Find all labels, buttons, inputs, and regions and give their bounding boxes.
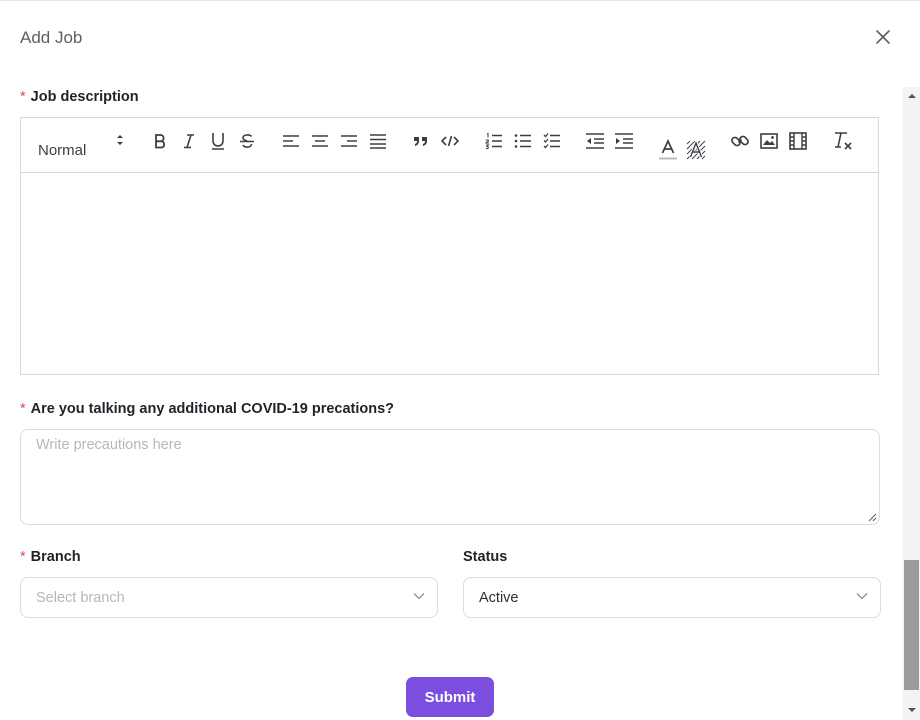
align-justify-icon xyxy=(370,134,386,149)
align-right-button[interactable] xyxy=(338,130,360,152)
ordered-list-button[interactable] xyxy=(483,130,505,152)
checklist-button[interactable] xyxy=(541,130,563,152)
covid-precautions-label: * Are you talking any additional COVID-19… xyxy=(20,401,394,417)
blockquote-button[interactable] xyxy=(410,130,432,152)
clear-format-button[interactable] xyxy=(831,130,855,152)
job-description-label: * Job description xyxy=(20,89,139,105)
status-value: Active xyxy=(479,590,519,606)
required-mark: * xyxy=(20,401,26,417)
resize-handle-icon[interactable] xyxy=(868,513,877,522)
link-icon xyxy=(731,135,749,147)
checklist-icon xyxy=(543,133,560,149)
precautions-placeholder: Write precautions here xyxy=(36,437,182,453)
text-color-button[interactable] xyxy=(657,138,679,162)
align-right-icon xyxy=(341,135,357,147)
close-icon xyxy=(876,30,890,44)
close-button[interactable] xyxy=(872,26,894,48)
image-icon xyxy=(760,133,778,149)
editor-toolbar: Normal xyxy=(21,118,878,173)
align-left-icon xyxy=(283,135,299,147)
outdent-button[interactable] xyxy=(584,130,606,152)
indent-button[interactable] xyxy=(613,130,635,152)
scroll-up-button[interactable] xyxy=(903,88,920,104)
bullet-list-icon xyxy=(514,134,531,148)
editor-content-area[interactable] xyxy=(21,173,878,375)
precautions-textarea[interactable]: Write precautions here xyxy=(20,429,880,525)
underline-button[interactable] xyxy=(207,130,229,152)
up-down-icon xyxy=(117,135,123,145)
code-icon xyxy=(440,135,460,147)
heading-select-value: Normal xyxy=(38,142,87,159)
italic-icon xyxy=(184,134,194,149)
modal-title: Add Job xyxy=(20,28,83,47)
bold-button[interactable] xyxy=(149,130,171,152)
covid-precautions-label-text: Are you talking any additional COVID-19 … xyxy=(30,401,395,417)
align-left-button[interactable] xyxy=(280,130,302,152)
link-button[interactable] xyxy=(729,130,751,152)
clear-format-icon xyxy=(835,132,852,150)
required-mark: * xyxy=(20,549,26,565)
strikethrough-icon xyxy=(240,134,254,148)
background-color-icon xyxy=(686,140,706,160)
required-mark: * xyxy=(20,89,26,105)
heading-select[interactable]: Normal xyxy=(21,118,146,172)
status-label: Status xyxy=(463,549,508,565)
text-color-icon xyxy=(659,139,677,160)
scroll-down-button[interactable] xyxy=(903,702,920,718)
image-button[interactable] xyxy=(758,130,780,152)
submit-button[interactable]: Submit xyxy=(406,677,494,717)
job-description-editor: Normal xyxy=(20,117,879,375)
job-description-label-text: Job description xyxy=(30,89,139,105)
italic-button[interactable] xyxy=(178,130,200,152)
branch-label-text: Branch xyxy=(30,549,81,565)
background-color-button[interactable] xyxy=(685,138,707,162)
scrollbar-thumb[interactable] xyxy=(904,560,919,690)
video-button[interactable] xyxy=(787,130,809,152)
ordered-list-icon xyxy=(485,132,502,150)
code-button[interactable] xyxy=(439,130,461,152)
align-center-icon xyxy=(312,135,328,147)
align-center-button[interactable] xyxy=(309,130,331,152)
branch-select[interactable]: Select branch xyxy=(20,577,438,618)
video-icon xyxy=(789,132,807,150)
strikethrough-button[interactable] xyxy=(236,130,258,152)
branch-placeholder: Select branch xyxy=(36,590,125,606)
chevron-down-icon xyxy=(856,593,868,600)
bullet-list-button[interactable] xyxy=(512,130,534,152)
bold-icon xyxy=(155,134,166,149)
blockquote-icon xyxy=(414,137,427,146)
scroll-down-arrow-icon xyxy=(907,708,916,712)
branch-label: * Branch xyxy=(20,549,81,565)
top-divider xyxy=(0,0,920,1)
status-select[interactable]: Active xyxy=(463,577,881,618)
underline-icon xyxy=(212,133,224,150)
outdent-icon xyxy=(586,133,604,149)
chevron-down-icon xyxy=(413,593,425,600)
scroll-up-arrow-icon xyxy=(907,94,916,98)
align-justify-button[interactable] xyxy=(367,130,389,152)
indent-icon xyxy=(615,133,633,149)
